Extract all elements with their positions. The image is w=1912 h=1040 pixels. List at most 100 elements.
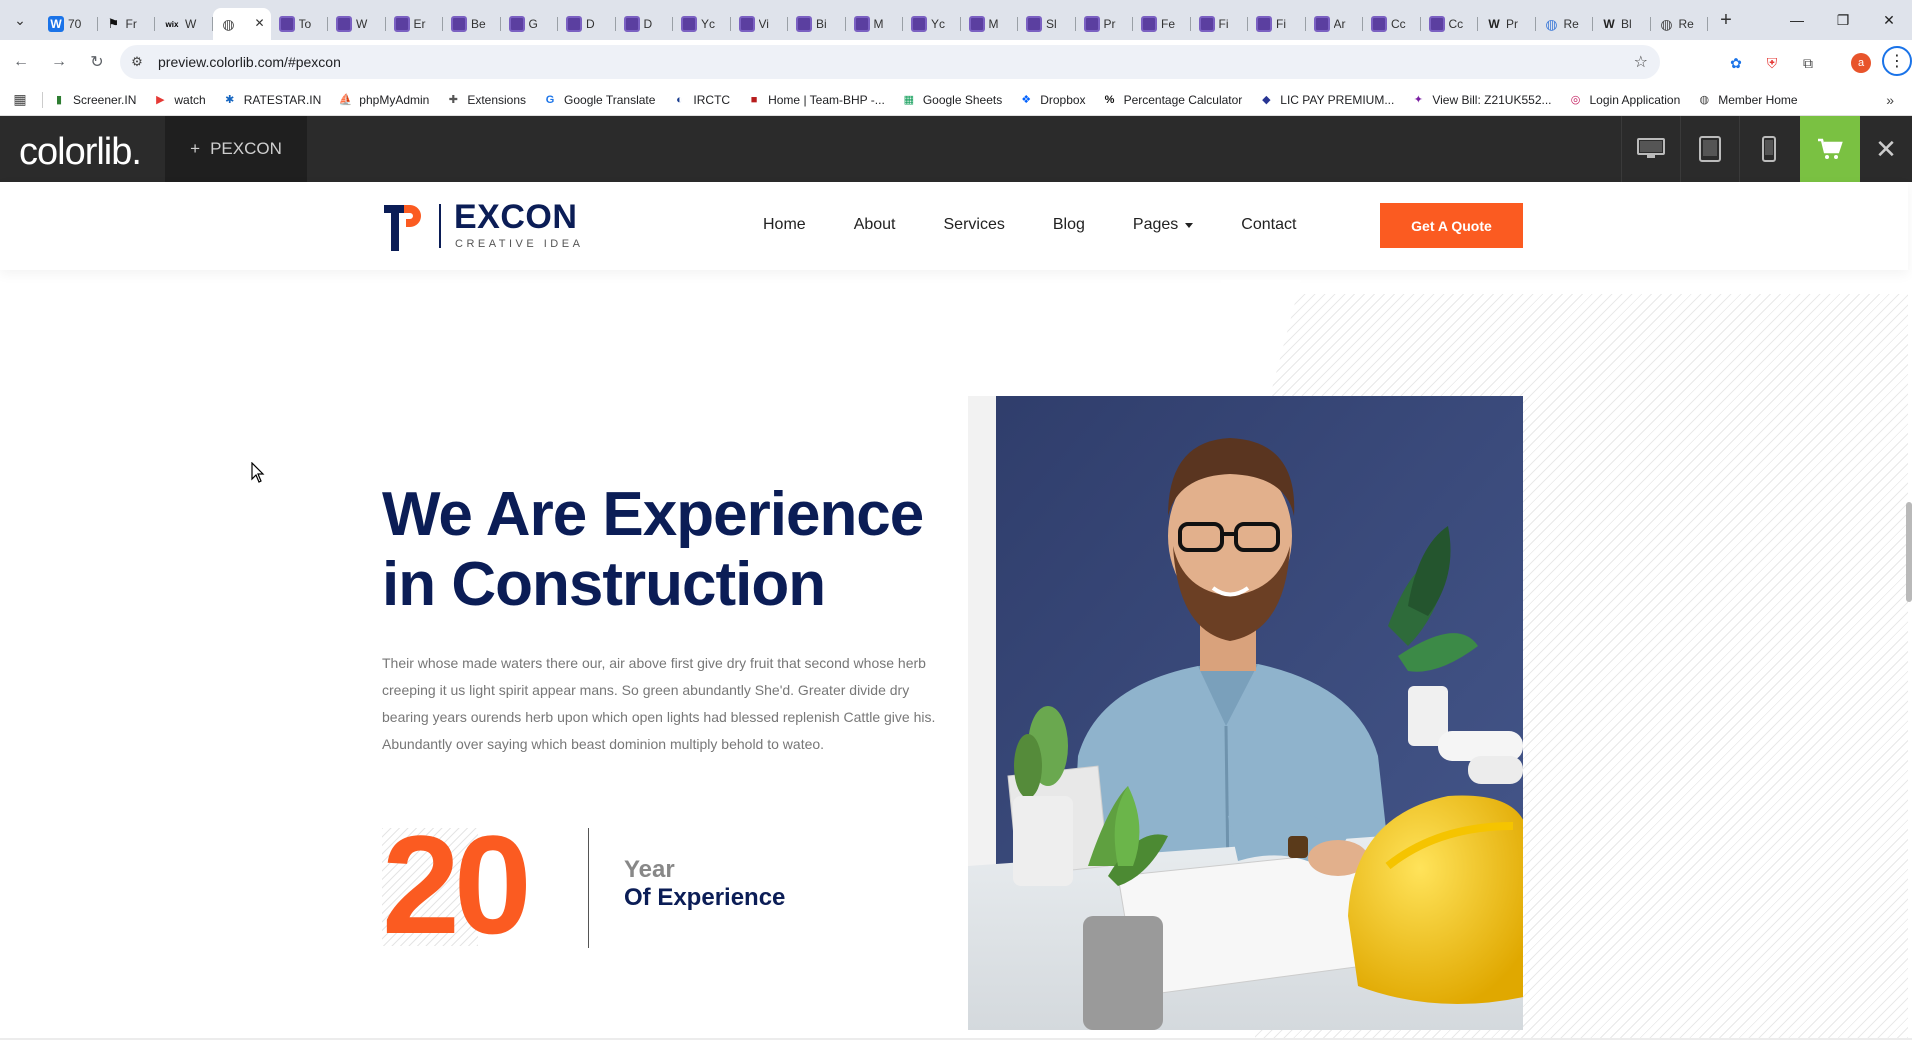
browser-tab[interactable]: W Bl bbox=[1593, 8, 1651, 40]
browser-tab[interactable]: M bbox=[961, 8, 1018, 40]
site-info-icon[interactable]: ⚙ bbox=[120, 45, 154, 79]
bookmark-item[interactable]: ▮ Screener.IN bbox=[51, 92, 136, 108]
bookmark-item[interactable]: ◆ LIC PAY PREMIUM... bbox=[1258, 92, 1394, 108]
browser-tab[interactable]: Vi bbox=[731, 8, 788, 40]
desktop-view-button[interactable] bbox=[1621, 116, 1680, 182]
url-text[interactable]: preview.colorlib.com/#pexcon bbox=[158, 54, 341, 70]
browser-tab[interactable]: Yc bbox=[903, 8, 961, 40]
bookmark-item[interactable]: % Percentage Calculator bbox=[1102, 92, 1243, 108]
browser-tab[interactable]: Fi bbox=[1191, 8, 1248, 40]
shield-extension-icon[interactable]: ⛨ bbox=[1761, 52, 1783, 74]
bookmark-item[interactable]: ▦ Google Sheets bbox=[901, 92, 1003, 108]
bookmark-star-icon[interactable]: ☆ bbox=[1634, 52, 1648, 72]
tablet-icon bbox=[1699, 136, 1721, 162]
restore-button[interactable]: ❐ bbox=[1820, 0, 1866, 40]
bookmark-favicon-icon: ◐ bbox=[676, 93, 683, 106]
experience-divider bbox=[588, 828, 589, 948]
bookmark-label: Extensions bbox=[467, 92, 527, 107]
bookmark-item[interactable]: ✚ Extensions bbox=[445, 92, 526, 108]
page-scrollbar[interactable] bbox=[1906, 502, 1912, 602]
browser-tab[interactable]: Pr bbox=[1076, 8, 1133, 40]
browser-tab[interactable]: Yc bbox=[673, 8, 731, 40]
bookmark-item[interactable]: G Google Translate bbox=[542, 92, 656, 108]
browser-tab[interactable]: ◍ Re bbox=[1651, 8, 1708, 40]
experience-label-of: Of Experience bbox=[624, 884, 786, 911]
nav-home[interactable]: Home bbox=[763, 216, 806, 234]
browser-tab[interactable]: To bbox=[271, 8, 328, 40]
site-logo-text[interactable]: EXCON bbox=[454, 198, 577, 237]
browser-tab[interactable]: W bbox=[328, 8, 386, 40]
nav-about[interactable]: About bbox=[854, 216, 896, 234]
forward-button[interactable]: → bbox=[42, 45, 76, 79]
browser-tab[interactable]: D bbox=[616, 8, 673, 40]
browser-tab[interactable]: Bi bbox=[788, 8, 846, 40]
bookmark-item[interactable]: ⛵ phpMyAdmin bbox=[337, 92, 429, 108]
more-bookmarks-icon[interactable]: » bbox=[1886, 92, 1894, 108]
browser-tab[interactable]: Be bbox=[443, 8, 501, 40]
browser-tab[interactable]: wix W bbox=[155, 8, 213, 40]
mobile-view-button[interactable] bbox=[1739, 116, 1798, 182]
browser-tab[interactable]: ⚑ Fr bbox=[98, 8, 155, 40]
browser-tab[interactable]: ◍ Re bbox=[1536, 8, 1593, 40]
bookmark-item[interactable]: ▶ watch bbox=[152, 92, 206, 108]
colorlib-logo[interactable]: colorlib. bbox=[19, 131, 142, 174]
bookmarks-divider bbox=[42, 91, 43, 108]
browser-tab[interactable]: D bbox=[558, 8, 616, 40]
extension-icon[interactable]: ✿ bbox=[1725, 52, 1747, 74]
profile-avatar[interactable]: a bbox=[1851, 53, 1871, 73]
colorlib-favicon-icon bbox=[566, 16, 582, 32]
nav-pages-label: Pages bbox=[1132, 216, 1179, 233]
browser-tab[interactable]: Fi bbox=[1248, 8, 1306, 40]
minimize-button[interactable]: — bbox=[1774, 0, 1820, 40]
puzzle-icon[interactable]: ⧉ bbox=[1797, 52, 1819, 74]
nav-services[interactable]: Services bbox=[944, 216, 1005, 234]
close-window-button[interactable]: ✕ bbox=[1866, 0, 1912, 40]
browser-tab[interactable]: Sl bbox=[1018, 8, 1076, 40]
browser-tab[interactable]: Ar bbox=[1306, 8, 1363, 40]
browser-toolbar: ← → ↻ ⚙ preview.colorlib.com/#pexcon ☆ bbox=[0, 40, 1912, 84]
bookmark-item[interactable]: ◐ IRCTC bbox=[671, 92, 730, 108]
bookmark-label: Google Translate bbox=[564, 92, 656, 107]
address-bar[interactable]: ⚙ preview.colorlib.com/#pexcon ☆ bbox=[120, 45, 1660, 79]
excon-logo-icon[interactable] bbox=[382, 199, 428, 253]
apps-grid-icon[interactable]: ▦ bbox=[0, 91, 40, 108]
tablet-view-button[interactable] bbox=[1680, 116, 1739, 182]
tab-title: Vi bbox=[758, 17, 769, 31]
browser-tab[interactable]: W Pr bbox=[1478, 8, 1536, 40]
nav-pages[interactable]: Pages bbox=[1132, 216, 1194, 234]
tab-separator bbox=[1707, 17, 1708, 31]
close-tab-icon[interactable]: ✕ bbox=[254, 16, 264, 30]
get-a-quote-button[interactable]: Get A Quote bbox=[1380, 203, 1523, 248]
site-header: EXCON CREATIVE IDEA Home About Services … bbox=[0, 182, 1908, 270]
buy-theme-button[interactable] bbox=[1800, 116, 1860, 182]
browser-tab[interactable]: Cc bbox=[1421, 8, 1478, 40]
bookmark-item[interactable]: ✱ RATESTAR.IN bbox=[222, 92, 321, 108]
bookmark-item[interactable]: ✦ View Bill: Z21UK552... bbox=[1410, 92, 1552, 108]
nav-blog[interactable]: Blog bbox=[1053, 216, 1085, 234]
bookmark-favicon-icon: % bbox=[1104, 93, 1115, 106]
browser-tab[interactable]: G bbox=[501, 8, 558, 40]
tab-title: Bl bbox=[1621, 17, 1632, 31]
bookmark-item[interactable]: ❖ Dropbox bbox=[1018, 92, 1085, 108]
bookmark-favicon-icon: ◍ bbox=[1699, 94, 1710, 106]
tab-search-button[interactable]: ⌄ bbox=[0, 0, 40, 40]
bookmark-item[interactable]: ◎ Login Application bbox=[1568, 92, 1681, 108]
close-preview-button[interactable]: ✕ bbox=[1860, 116, 1912, 182]
theme-selector[interactable]: + PEXCON bbox=[165, 116, 307, 182]
browser-tab[interactable]: Er bbox=[386, 8, 443, 40]
colorlib-favicon-icon bbox=[1141, 16, 1157, 32]
engineer-photo-illustration bbox=[968, 396, 1523, 1030]
browser-tab[interactable]: ◍ ✕ bbox=[212, 8, 271, 40]
browser-tab[interactable]: Fe bbox=[1133, 8, 1191, 40]
browser-menu-button[interactable]: ⋮ bbox=[1882, 46, 1912, 76]
bookmark-item[interactable]: ◍ Member Home bbox=[1696, 92, 1797, 108]
new-tab-button[interactable]: + bbox=[1708, 4, 1744, 36]
bookmark-item[interactable]: ■ Home | Team-BHP -... bbox=[746, 92, 885, 108]
browser-tab[interactable]: Cc bbox=[1363, 8, 1421, 40]
browser-tab[interactable]: M bbox=[846, 8, 903, 40]
browser-tab[interactable]: W 70 bbox=[40, 8, 98, 40]
bookmark-favicon-icon: ✚ bbox=[448, 94, 458, 106]
back-button[interactable]: ← bbox=[4, 45, 38, 79]
reload-button[interactable]: ↻ bbox=[80, 45, 114, 79]
nav-contact[interactable]: Contact bbox=[1241, 216, 1296, 234]
